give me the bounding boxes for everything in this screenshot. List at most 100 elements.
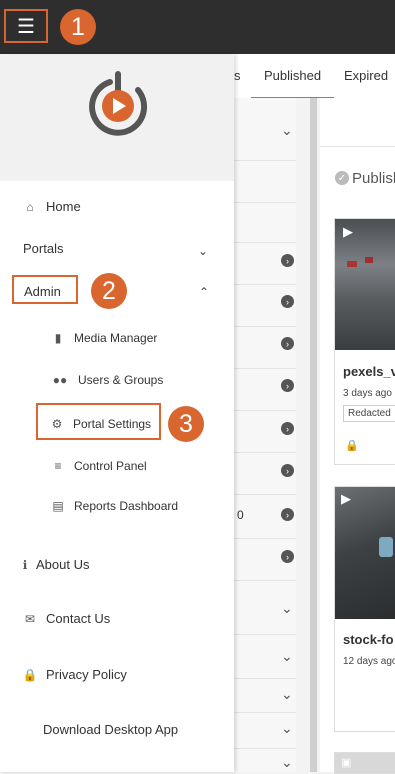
list-divider <box>234 326 296 327</box>
car-graphic <box>347 261 357 267</box>
list-divider <box>234 748 296 749</box>
filter-column: ⌄ › › › › › › 0 › › ⌄ ⌄ ⌄ ⌄ ⌄ <box>234 98 296 772</box>
chevron-right-circle-icon[interactable]: › <box>281 295 294 308</box>
status-tabs: s Published Expired <box>234 54 395 98</box>
nav-reports-dashboard[interactable]: ▤ Reports Dashboard <box>50 499 178 513</box>
hamburger-icon: ☰ <box>17 15 35 38</box>
home-icon: ⌂ <box>26 199 34 214</box>
video-thumbnail[interactable]: ▶ <box>335 487 395 619</box>
mask-graphic <box>379 537 393 557</box>
nav-admin[interactable]: Admin <box>24 284 61 299</box>
nav-label: Media Manager <box>74 331 158 345</box>
nav-contact-us[interactable]: ✉ Contact Us <box>22 611 110 626</box>
chevron-down-icon[interactable]: ⌄ <box>281 686 293 703</box>
nav-portals[interactable]: Portals <box>23 241 63 256</box>
hamburger-menu-button[interactable]: ☰ <box>4 9 48 43</box>
logo-header <box>0 54 234 181</box>
chevron-right-circle-icon[interactable]: › <box>281 550 294 563</box>
nav-label: Reports Dashboard <box>74 499 179 513</box>
list-divider <box>234 202 296 203</box>
chevron-right-circle-icon[interactable]: › <box>281 379 294 392</box>
image-icon: ▣ <box>341 757 352 769</box>
tab-partial[interactable]: s <box>234 68 241 83</box>
tab-expired[interactable]: Expired <box>344 68 388 83</box>
list-divider <box>234 160 296 161</box>
nav-portal-settings[interactable]: ⚙ Portal Settings <box>49 417 151 431</box>
nav-label: Control Panel <box>74 459 147 473</box>
chevron-down-icon[interactable]: ⌄ <box>281 720 293 737</box>
callout-badge-1: 1 <box>60 9 96 45</box>
media-card[interactable]: ▶ pexels_v 3 days ago Redacted 🔒 <box>334 218 395 465</box>
card-title[interactable]: pexels_v <box>343 364 395 379</box>
chevron-right-circle-icon[interactable]: › <box>281 508 294 521</box>
chevron-down-icon[interactable]: ⌄ <box>198 244 208 258</box>
callout-badge-2: 2 <box>91 273 127 309</box>
nav-control-panel[interactable]: ≡ Control Panel <box>50 459 147 473</box>
chevron-down-icon[interactable]: ⌄ <box>281 648 293 665</box>
chevron-right-circle-icon[interactable]: › <box>281 337 294 350</box>
nav-label: Portal Settings <box>73 417 152 431</box>
video-thumbnail[interactable]: ▶ <box>335 219 395 350</box>
list-divider <box>234 284 296 285</box>
folder-icon: ▮ <box>54 331 62 345</box>
nav-label: Contact Us <box>46 611 111 626</box>
chevron-right-circle-icon[interactable]: › <box>281 254 294 267</box>
list-divider <box>234 452 296 453</box>
nav-users-groups[interactable]: ●● Users & Groups <box>50 373 164 387</box>
chevron-right-circle-icon[interactable]: › <box>281 422 294 435</box>
nav-home[interactable]: ⌂ Home <box>22 199 81 214</box>
card-title[interactable]: stock-fo <box>343 632 394 647</box>
nav-label: Admin <box>24 284 61 299</box>
car-graphic <box>365 257 373 263</box>
scrollbar[interactable] <box>310 98 317 772</box>
list-divider <box>234 538 296 539</box>
chevron-up-icon[interactable]: ⌃ <box>199 285 209 299</box>
tab-published[interactable]: Published <box>251 68 335 98</box>
nav-label: Users & Groups <box>78 373 164 387</box>
nav-media-manager[interactable]: ▮ Media Manager <box>50 331 158 345</box>
status-badge: Redacted <box>343 405 395 422</box>
envelope-icon: ✉ <box>24 611 36 626</box>
nav-label: Privacy Policy <box>46 667 127 682</box>
media-card[interactable]: ▣ <box>334 752 395 774</box>
nav-about-us[interactable]: ℹ About Us <box>20 557 90 572</box>
list-divider <box>234 634 296 635</box>
gear-icon: ⚙ <box>51 417 63 431</box>
card-date: 3 days ago <box>343 388 392 399</box>
list-divider <box>234 242 296 243</box>
check-circle-icon: ✓ <box>335 171 349 185</box>
lock-icon: 🔒 <box>345 440 359 452</box>
play-icon: ▶ <box>343 224 353 239</box>
callout-badge-3: 3 <box>168 406 204 442</box>
nav-label: Home <box>46 199 81 214</box>
nav-label: Download Desktop App <box>43 722 179 737</box>
nav-download-desktop-app[interactable]: Download Desktop App <box>43 722 178 737</box>
checklist-icon: ≡ <box>54 459 62 473</box>
nav-label: About Us <box>36 557 90 572</box>
list-divider <box>234 580 296 581</box>
lock-icon: 🔒 <box>22 667 38 682</box>
section-title: Publish <box>352 170 395 187</box>
info-icon: ℹ <box>22 557 28 572</box>
chevron-down-icon[interactable]: ⌄ <box>281 600 293 617</box>
list-divider <box>234 368 296 369</box>
chart-icon: ▤ <box>52 499 64 513</box>
row-count-fragment: 0 <box>237 508 244 522</box>
navigation-drawer: ⌂ Home Portals ⌄ Admin ⌃ 2 ▮ Media Manag… <box>0 54 234 772</box>
chevron-right-circle-icon[interactable]: › <box>281 464 294 477</box>
divider <box>320 146 395 147</box>
brand-logo <box>89 71 148 136</box>
chevron-down-icon[interactable]: ⌄ <box>281 754 293 771</box>
nav-label: Portals <box>23 241 64 256</box>
users-icon: ●● <box>52 373 68 387</box>
list-divider <box>234 678 296 679</box>
card-date: 12 days ago <box>343 656 395 667</box>
chevron-down-icon[interactable]: ⌄ <box>281 122 293 139</box>
top-bar: ☰ 1 <box>0 0 395 54</box>
media-card[interactable]: ▶ stock-fo 12 days ago <box>334 486 395 732</box>
nav-privacy-policy[interactable]: 🔒 Privacy Policy <box>22 667 127 682</box>
list-divider <box>234 712 296 713</box>
list-divider <box>234 494 296 495</box>
list-divider <box>234 410 296 411</box>
play-icon: ▶ <box>341 491 351 506</box>
